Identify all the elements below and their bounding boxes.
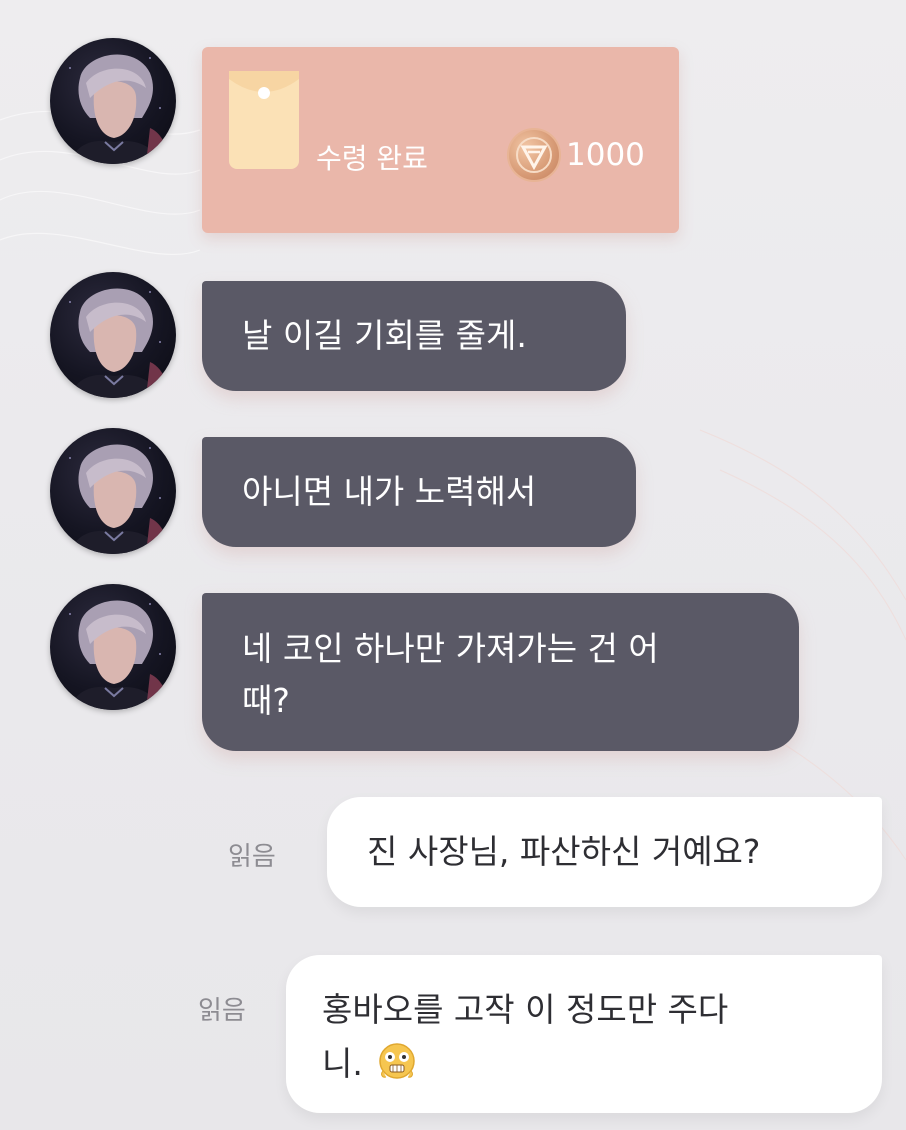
read-receipt: 읽음 [228,842,276,872]
incoming-message-bubble[interactable]: 아니면 내가 노력해서 [202,437,636,547]
sender-avatar[interactable] [50,38,176,164]
message-text: 날 이길 기회를 줄게. [242,316,527,355]
read-receipt: 읽음 [198,996,246,1026]
avatar-portrait-image [69,600,170,710]
incoming-message-bubble[interactable]: 날 이길 기회를 줄게. [202,281,626,391]
red-envelope-icon [229,71,299,169]
message-text-line: 네 코인 하나만 가져가는 건 어 [242,629,659,668]
message-text-line: 홍바오를 고작 이 정도만 주다 [322,990,729,1029]
message-text-line: 니. [322,1037,882,1091]
avatar-portrait-image [69,54,170,164]
incoming-message-bubble[interactable]: 네 코인 하나만 가져가는 건 어 때? [202,593,799,751]
sender-avatar[interactable] [50,428,176,554]
outgoing-message-bubble[interactable]: 홍바오를 고작 이 정도만 주다 니. [286,955,882,1113]
coin-icon [507,128,561,182]
message-text: 진 사장님, 파산하신 거예요? [367,832,761,871]
message-text: 아니면 내가 노력해서 [242,472,537,511]
red-packet-amount: 1000 [566,137,645,173]
sender-avatar[interactable] [50,584,176,710]
shocked-face-emoji-icon [379,1043,416,1079]
red-packet-status: 수령 완료 [316,142,428,175]
avatar-portrait-image [69,288,170,398]
message-text-line: 때? [242,681,290,720]
red-packet-message[interactable]: 수령 완료 1000 [202,47,679,233]
sender-avatar[interactable] [50,272,176,398]
message-text: 니. [322,1044,363,1083]
avatar-portrait-image [69,444,170,554]
outgoing-message-bubble[interactable]: 진 사장님, 파산하신 거예요? [327,797,882,907]
